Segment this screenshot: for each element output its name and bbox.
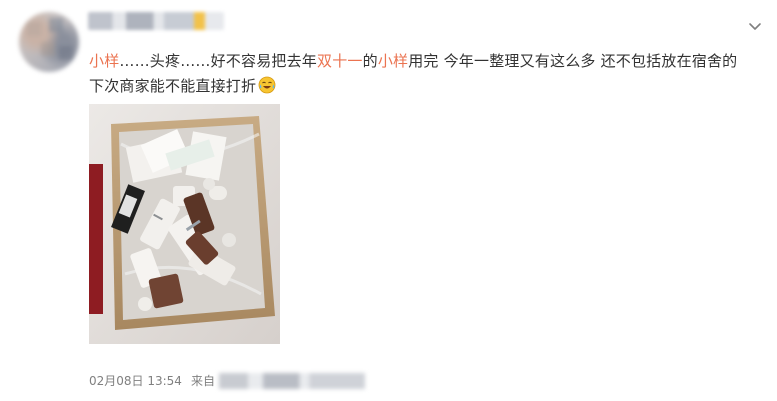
tag-link-double-eleven[interactable]: 双十一 xyxy=(317,52,363,70)
post-meta: 02月08日 13:54 来自 xyxy=(89,372,365,389)
crying-laughing-emoji-icon xyxy=(258,76,276,94)
source-blurred xyxy=(218,372,365,389)
tag-link-xiaoyang[interactable]: 小样 xyxy=(89,52,119,70)
username-blurred[interactable] xyxy=(88,12,224,30)
text-segment: ……头疼……好不容易把去年 xyxy=(119,52,318,70)
post-photo[interactable] xyxy=(89,104,280,344)
tag-link-xiaoyang[interactable]: 小样 xyxy=(378,52,408,70)
post-timestamp[interactable]: 02月08日 13:54 xyxy=(89,372,182,389)
text-segment: 的 xyxy=(362,52,378,70)
post-text: 小样……头疼……好不容易把去年双十一的小样用完 今年一整理又有这么多 还不包括放… xyxy=(89,49,749,99)
weibo-post-card: 小样……头疼……好不容易把去年双十一的小样用完 今年一整理又有这么多 还不包括放… xyxy=(0,0,777,401)
avatar[interactable] xyxy=(19,12,79,72)
source-prefix: 来自 xyxy=(190,374,215,388)
chevron-down-icon[interactable] xyxy=(747,18,763,34)
